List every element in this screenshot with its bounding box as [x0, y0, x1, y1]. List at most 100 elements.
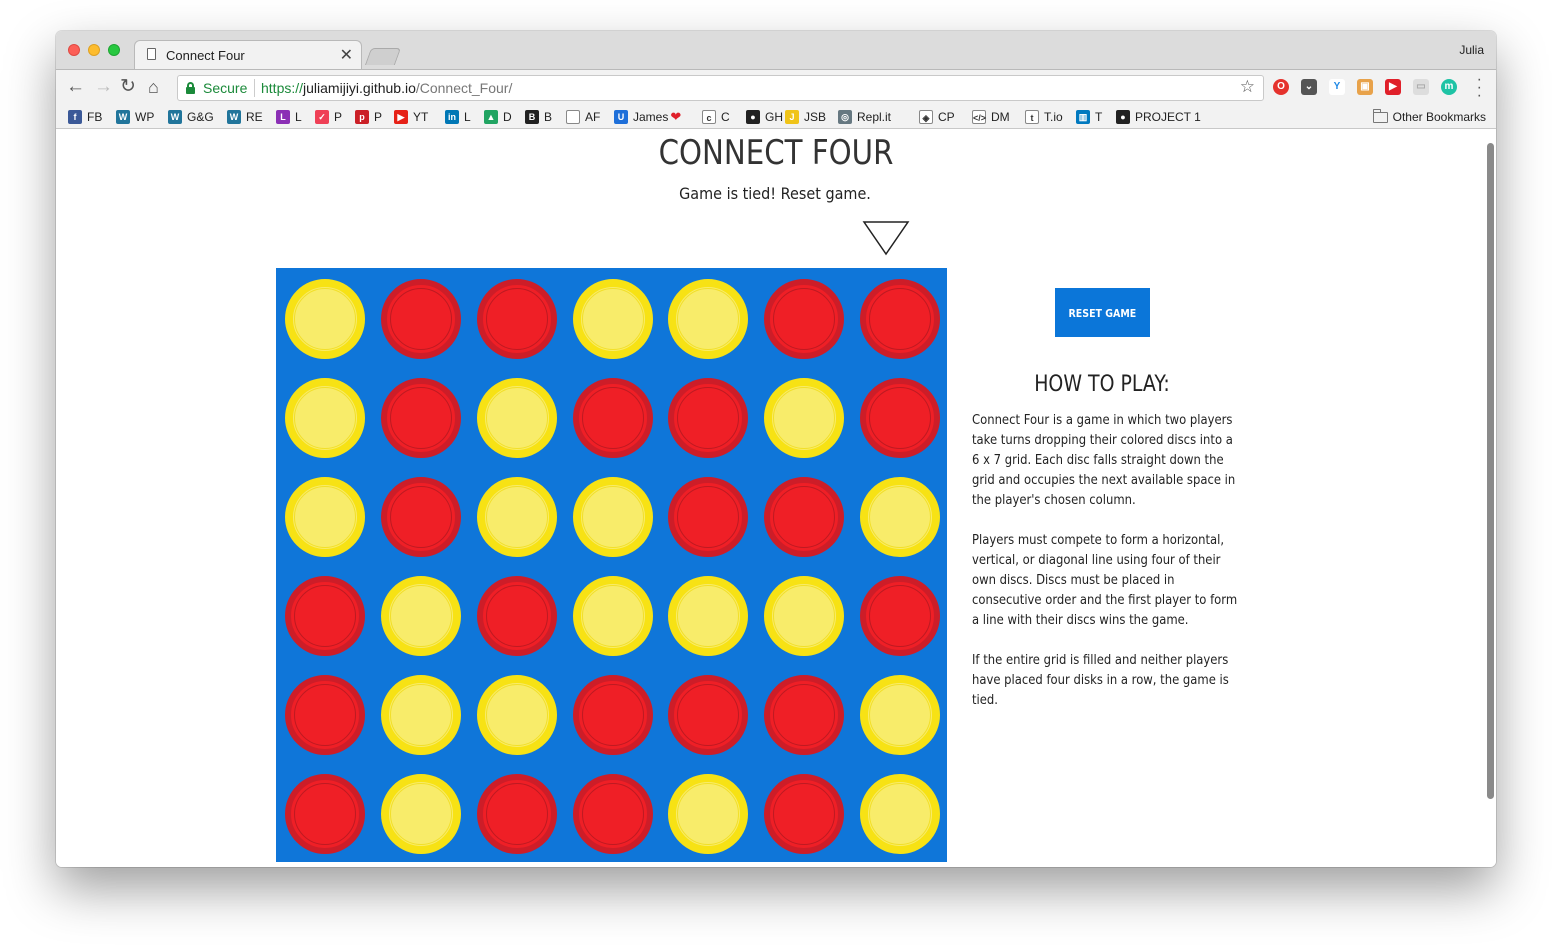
bookmark-af[interactable]: AF [566, 108, 600, 126]
bookmark-p[interactable]: ✓ P [315, 108, 342, 126]
red-disc[interactable] [764, 675, 844, 755]
bookmark-t-io[interactable]: t T.io [1025, 108, 1063, 126]
replit-icon: ◎ [838, 110, 852, 124]
red-disc[interactable] [477, 279, 557, 359]
vimeo-extension-icon[interactable]: Y [1329, 79, 1345, 95]
bookmark-g-g[interactable]: W G&G [168, 108, 214, 126]
bookmark-wp[interactable]: W WP [116, 108, 154, 126]
back-arrow-icon[interactable]: ← [66, 75, 85, 99]
bookmark-yt[interactable]: ▶ YT [394, 108, 428, 126]
forward-arrow-icon[interactable]: → [94, 75, 113, 99]
bookmark-fb[interactable]: f FB [68, 108, 102, 126]
bookmark-repl-it[interactable]: ◎ Repl.it [838, 108, 891, 126]
browser-menu-icon[interactable]: · · · [1477, 72, 1482, 104]
home-icon[interactable]: ⌂ [148, 75, 159, 99]
cast-extension-icon[interactable]: ▭ [1413, 79, 1429, 95]
red-disc[interactable] [668, 378, 748, 458]
reset-game-button[interactable]: RESET GAME [1055, 288, 1150, 337]
profile-name[interactable]: Julia [1459, 43, 1484, 57]
red-disc[interactable] [573, 675, 653, 755]
yellow-disc[interactable] [764, 378, 844, 458]
yellow-disc[interactable] [285, 378, 365, 458]
bookmark-t[interactable]: ▥ T [1076, 108, 1102, 126]
l-icon: L [276, 110, 290, 124]
bookmark-jsb[interactable]: J JSB [785, 108, 826, 126]
opera-extension-icon[interactable]: O [1273, 79, 1289, 95]
red-disc[interactable] [860, 576, 940, 656]
pocket-extension-icon[interactable]: ⌄ [1301, 79, 1317, 95]
tab-bar: Connect Four ✕ Julia [56, 31, 1496, 69]
minimize-window-button[interactable] [88, 44, 100, 56]
red-disc[interactable] [285, 774, 365, 854]
yellow-disc[interactable] [860, 675, 940, 755]
yellow-disc[interactable] [668, 774, 748, 854]
bookmark-l[interactable]: in L [445, 108, 471, 126]
bookmarks-bar: Other Bookmarks f FB W WP W G&G W RE L L ✓ P p P ▶ YT in… [56, 105, 1496, 129]
yellow-disc[interactable] [764, 576, 844, 656]
yellow-disc[interactable] [668, 576, 748, 656]
url-text[interactable]: https://juliamijiyi.github.io/Connect_Fo… [261, 80, 512, 96]
bookmark-l[interactable]: LL [276, 108, 302, 126]
tab-connect-four[interactable]: Connect Four ✕ [134, 40, 362, 69]
bookmark-p[interactable]: pP [355, 108, 382, 126]
red-disc[interactable] [573, 378, 653, 458]
address-bar[interactable]: Secure https://juliamijiyi.github.io/Con… [177, 75, 1264, 101]
yellow-disc[interactable] [573, 279, 653, 359]
bookmark-dm[interactable]: </> DM [972, 108, 1010, 126]
red-disc[interactable] [285, 675, 365, 755]
rule-paragraph: Connect Four is a game in which two play… [972, 412, 1236, 508]
bookmark-gh[interactable]: ● GH [746, 108, 783, 126]
wordpress-icon: W [116, 110, 130, 124]
red-disc[interactable] [285, 576, 365, 656]
yellow-disc[interactable] [381, 774, 461, 854]
yellow-disc[interactable] [573, 576, 653, 656]
close-window-button[interactable] [68, 44, 80, 56]
bookmark-james[interactable]: U James ❤ [614, 108, 681, 126]
yellow-disc[interactable] [573, 477, 653, 557]
yellow-disc[interactable] [285, 279, 365, 359]
tab-close-icon[interactable]: ✕ [340, 45, 353, 65]
red-disc[interactable] [764, 477, 844, 557]
red-disc[interactable] [381, 279, 461, 359]
other-bookmarks[interactable]: Other Bookmarks [1372, 108, 1486, 126]
yellow-disc[interactable] [477, 477, 557, 557]
bookmark-star-icon[interactable]: ☆ [1240, 77, 1255, 97]
red-disc[interactable] [668, 675, 748, 755]
yellow-disc[interactable] [860, 774, 940, 854]
yellow-disc[interactable] [285, 477, 365, 557]
bookmark-b[interactable]: BB [525, 108, 552, 126]
honey-extension-icon[interactable]: ▣ [1357, 79, 1373, 95]
jsbin-icon: J [785, 110, 799, 124]
red-disc[interactable] [573, 774, 653, 854]
bookmark-cp[interactable]: ◈ CP [919, 108, 955, 126]
bookmark-c[interactable]: cC [702, 108, 730, 126]
new-tab-button[interactable] [364, 48, 402, 65]
play-extension-icon[interactable]: ▶ [1385, 79, 1401, 95]
red-disc[interactable] [477, 774, 557, 854]
red-disc[interactable] [860, 279, 940, 359]
reload-icon[interactable]: ↻ [120, 75, 136, 99]
red-disc[interactable] [381, 378, 461, 458]
code-icon: </> [972, 110, 986, 124]
red-disc[interactable] [764, 279, 844, 359]
yellow-disc[interactable] [477, 378, 557, 458]
red-disc[interactable] [668, 477, 748, 557]
yellow-disc[interactable] [860, 477, 940, 557]
heart-icon: ❤ [670, 109, 682, 124]
page-scrollbar[interactable] [1487, 143, 1494, 799]
bookmark-project-1[interactable]: ● PROJECT 1 [1116, 108, 1201, 126]
yellow-disc[interactable] [381, 576, 461, 656]
bookmark-d[interactable]: ▲ D [484, 108, 512, 126]
m-extension-icon[interactable]: m [1441, 79, 1457, 95]
red-disc[interactable] [860, 378, 940, 458]
drive-icon: ▲ [484, 110, 498, 124]
game-board[interactable] [276, 268, 947, 862]
yellow-disc[interactable] [381, 675, 461, 755]
red-disc[interactable] [764, 774, 844, 854]
red-disc[interactable] [381, 477, 461, 557]
yellow-disc[interactable] [477, 675, 557, 755]
zoom-window-button[interactable] [108, 44, 120, 56]
yellow-disc[interactable] [668, 279, 748, 359]
bookmark-re[interactable]: W RE [227, 108, 263, 126]
red-disc[interactable] [477, 576, 557, 656]
